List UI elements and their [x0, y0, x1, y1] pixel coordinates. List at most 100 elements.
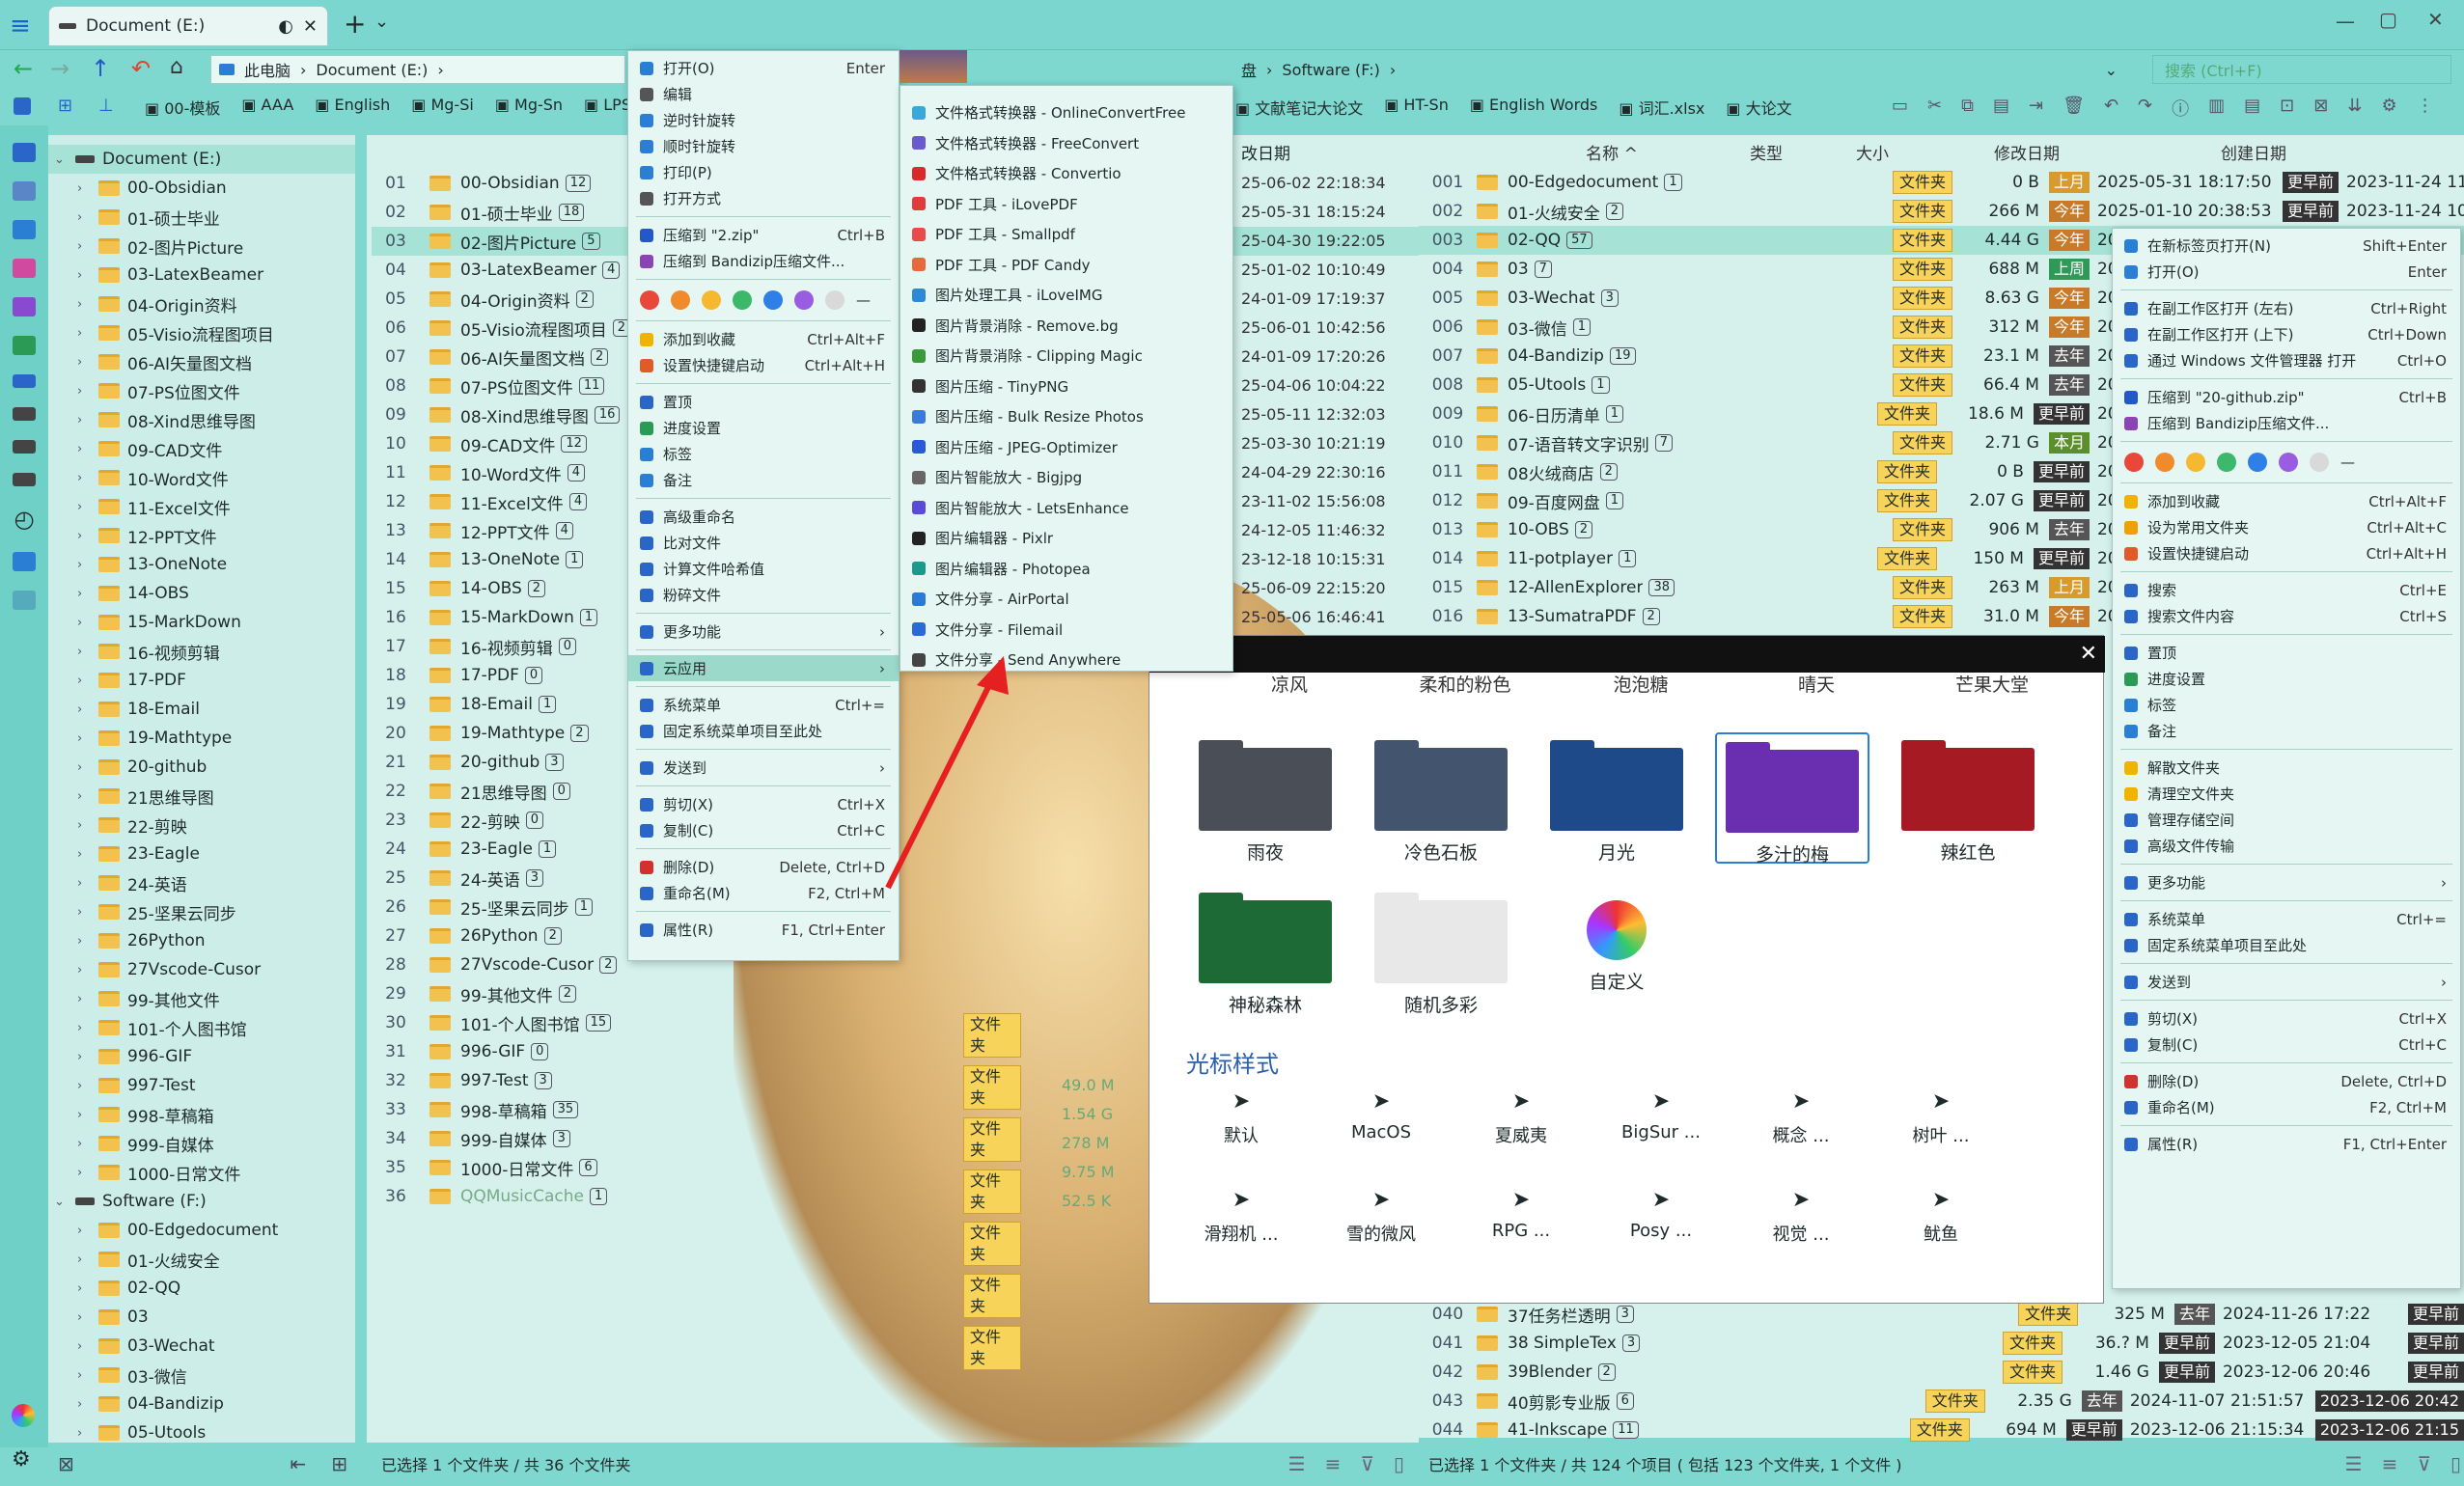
- menu-item[interactable]: 图片背景消除 - Remove.bg: [900, 311, 1232, 342]
- settings-icon[interactable]: ⚙: [12, 1447, 31, 1472]
- menu-item[interactable]: 图片编辑器 - Photopea: [900, 554, 1232, 585]
- chevron-down-icon[interactable]: ⌄: [54, 1195, 68, 1209]
- music-icon[interactable]: [13, 259, 36, 278]
- info-icon[interactable]: ⓘ: [2172, 96, 2189, 121]
- tree-item[interactable]: › 17-PDF: [48, 666, 355, 695]
- chevron-right-icon[interactable]: ›: [77, 529, 91, 543]
- theme-toggle-icon[interactable]: ◐: [278, 16, 293, 37]
- theme-option[interactable]: 冷色石板: [1364, 732, 1518, 864]
- chevron-right-icon[interactable]: ›: [77, 1368, 91, 1383]
- col-type[interactable]: 类型: [1708, 140, 1824, 164]
- tree-toggle-icon[interactable]: ⊞: [331, 1452, 347, 1475]
- chevron-right-icon[interactable]: ›: [77, 934, 91, 949]
- undo-icon[interactable]: ↶: [131, 55, 151, 82]
- chevron-right-icon[interactable]: ›: [77, 1079, 91, 1093]
- fav-item[interactable]: ▣ HT-Sn: [1384, 96, 1449, 119]
- color-tag-dot[interactable]: [763, 290, 783, 310]
- cursor-option[interactable]: ➤ 视觉 ...: [1738, 1188, 1864, 1246]
- menu-item[interactable]: 管理存储空间: [2113, 807, 2460, 833]
- cursor-option[interactable]: ➤ 雪的微风: [1318, 1188, 1444, 1246]
- tree-item[interactable]: › 998-草稿箱: [48, 1100, 355, 1129]
- redo-icon[interactable]: ↷: [2138, 96, 2152, 121]
- fav-item[interactable]: ▣ 词汇.xlsx: [1619, 96, 1704, 119]
- color-tag-dot[interactable]: [2279, 453, 2298, 472]
- tree-item[interactable]: › 999-自媒体: [48, 1129, 355, 1158]
- back-icon[interactable]: ←: [14, 55, 33, 82]
- list-view-icon[interactable]: ≡: [2382, 1452, 2398, 1475]
- theme-option[interactable]: 神秘森林: [1188, 885, 1343, 1016]
- tab-list-button[interactable]: ⌄: [374, 12, 389, 32]
- menu-item[interactable]: 压缩到 "20-github.zip" Ctrl+B: [2113, 384, 2460, 410]
- videos-icon[interactable]: [13, 297, 36, 316]
- details-view-icon[interactable]: ☰: [2345, 1452, 2363, 1475]
- tree-item[interactable]: › 09-CAD文件: [48, 434, 355, 463]
- menu-item[interactable]: 标签: [628, 441, 899, 467]
- cursor-option[interactable]: ➤ 滑翔机 ...: [1178, 1188, 1304, 1246]
- menu-item[interactable]: 文件格式转换器 - FreeConvert: [900, 128, 1232, 159]
- file-row[interactable]: 001 00-Edgedocument 1 文件夹 0 B 上月 2025-05-31 18…: [1419, 168, 2464, 197]
- chevron-right-icon[interactable]: ›: [77, 1166, 91, 1180]
- collapse-icon[interactable]: ⊠: [58, 1452, 74, 1475]
- menu-item[interactable]: 固定系统菜单项目至此处: [628, 718, 899, 744]
- menu-item[interactable]: 图片背景消除 - Clipping Magic: [900, 341, 1232, 372]
- cursor-option[interactable]: ➤ 树叶 ...: [1878, 1089, 2004, 1147]
- file-row[interactable]: 042 39Blender 2 文件夹 1.46 G 更早前 2023-12-06 20:4…: [1419, 1358, 2464, 1387]
- close-button[interactable]: ✕: [2427, 8, 2444, 31]
- tree-item[interactable]: › 12-PPT文件: [48, 521, 355, 550]
- chevron-right-icon[interactable]: ›: [77, 674, 91, 688]
- chevron-right-icon[interactable]: ›: [77, 760, 91, 775]
- tree-item[interactable]: › 18-Email: [48, 695, 355, 724]
- layout-icon[interactable]: ▥: [2208, 96, 2225, 121]
- breadcrumb-pc-right[interactable]: 盘: [1241, 58, 1257, 81]
- chevron-right-icon[interactable]: ›: [77, 1310, 91, 1325]
- tree-item[interactable]: › 08-Xind思维导图: [48, 405, 355, 434]
- chevron-down-icon[interactable]: ⌄: [54, 152, 68, 167]
- chevron-right-icon[interactable]: ›: [77, 818, 91, 833]
- chevron-right-icon[interactable]: ›: [77, 1137, 91, 1151]
- color-tag-dot[interactable]: [640, 290, 659, 310]
- color-tag-dot[interactable]: [794, 290, 814, 310]
- fav-item[interactable]: ▣ 大论文: [1726, 96, 1791, 119]
- menu-item[interactable]: 设置快捷键启动 Ctrl+Alt+H: [628, 352, 899, 378]
- menu-item[interactable]: 设置快捷键启动 Ctrl+Alt+H: [2113, 540, 2460, 566]
- chevron-right-icon[interactable]: ›: [77, 1281, 91, 1296]
- color-tag-dot[interactable]: [733, 290, 752, 310]
- file-row[interactable]: 29 99-其他文件 2: [372, 979, 1240, 1008]
- menu-item[interactable]: 剪切(X) Ctrl+X: [628, 791, 899, 817]
- menu-item[interactable]: 进度设置: [628, 415, 899, 441]
- left-breadcrumb[interactable]: 此电脑 › Document (E:) ›: [210, 55, 625, 84]
- menu-item[interactable]: 属性(R) F1, Ctrl+Enter: [2113, 1131, 2460, 1157]
- tree-item[interactable]: › 24-英语: [48, 868, 355, 897]
- menu-item[interactable]: 图片智能放大 - Bigjpg: [900, 462, 1232, 493]
- tree-item[interactable]: › 15-MarkDown: [48, 608, 355, 637]
- drive-d-icon[interactable]: [13, 407, 36, 421]
- forward-icon[interactable]: →: [50, 55, 69, 82]
- details-view-icon[interactable]: ☰: [1288, 1452, 1306, 1475]
- undo-icon[interactable]: ↶: [2104, 96, 2118, 121]
- tree-item[interactable]: › 23-Eagle: [48, 839, 355, 868]
- tree-item[interactable]: › 11-Excel文件: [48, 492, 355, 521]
- tree-item[interactable]: › 1000-日常文件: [48, 1158, 355, 1187]
- cursor-option[interactable]: ➤ RPG ...: [1458, 1188, 1584, 1241]
- menu-item[interactable]: 添加到收藏 Ctrl+Alt+F: [628, 326, 899, 352]
- tree-item[interactable]: › 25-坚果云同步: [48, 897, 355, 926]
- color-icon[interactable]: [12, 1404, 35, 1427]
- split-icon[interactable]: ▤: [2244, 96, 2260, 121]
- close-pane-icon[interactable]: ⊠: [2313, 96, 2328, 121]
- fav-item[interactable]: ▣ 文献笔记大论文: [1235, 96, 1363, 119]
- color-tag-dot[interactable]: [825, 290, 844, 310]
- breadcrumb-pc[interactable]: 此电脑: [244, 58, 291, 81]
- theme-name[interactable]: 凉风: [1217, 671, 1362, 697]
- menu-item[interactable]: 图片智能放大 - LetsEnhance: [900, 493, 1232, 524]
- tree-item[interactable]: › 06-AI矢量图文档: [48, 347, 355, 376]
- breadcrumb-software[interactable]: Software (F:): [1282, 61, 1379, 79]
- new-folder-icon[interactable]: ▭: [1892, 96, 1908, 121]
- theme-option[interactable]: 月光: [1539, 732, 1694, 864]
- menu-item[interactable]: 置顶: [2113, 640, 2460, 666]
- tree-item[interactable]: › 03: [48, 1303, 355, 1332]
- chevron-right-icon[interactable]: ›: [77, 1397, 91, 1412]
- search-input[interactable]: 搜索 (Ctrl+F): [2152, 55, 2451, 84]
- chevron-right-icon[interactable]: ›: [77, 731, 91, 746]
- chevron-right-icon[interactable]: ›: [77, 1426, 91, 1441]
- chevron-right-icon[interactable]: ›: [77, 210, 91, 225]
